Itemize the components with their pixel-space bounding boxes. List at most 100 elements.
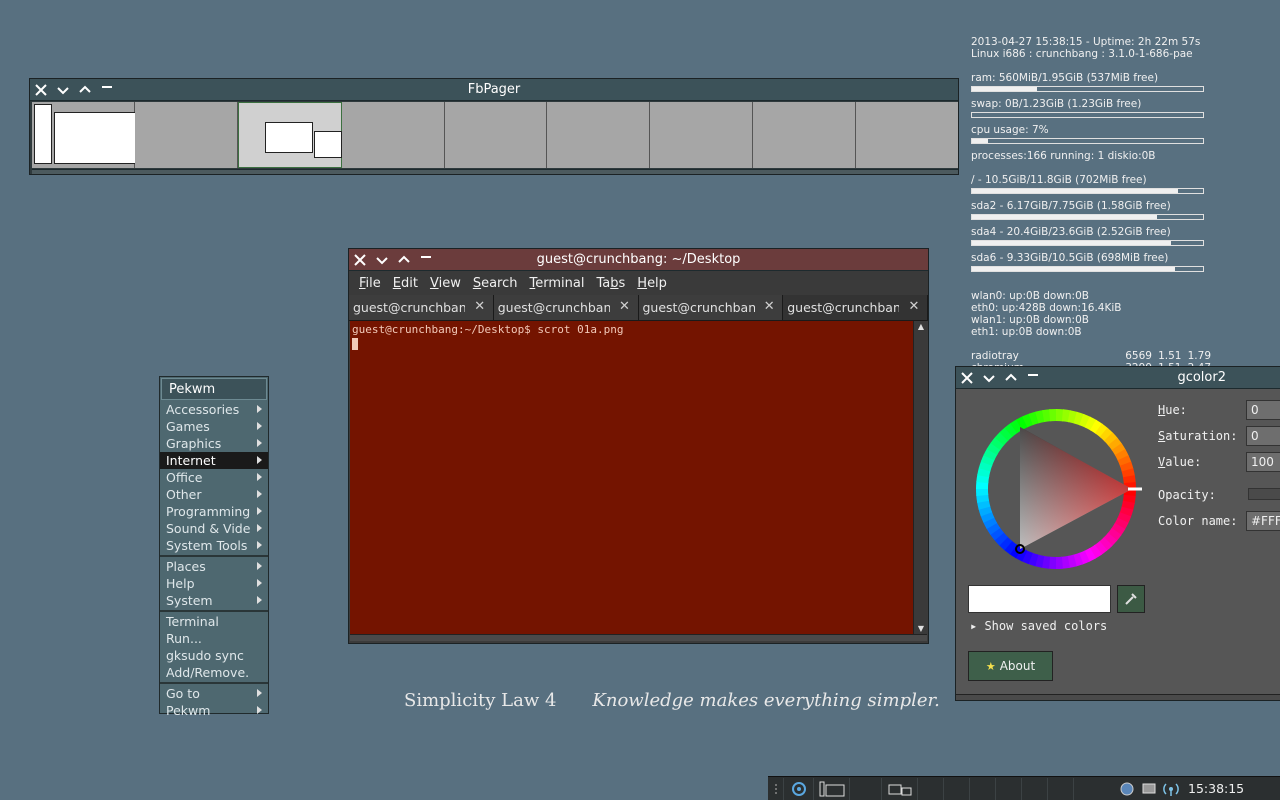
- shade-down-icon[interactable]: [371, 249, 393, 271]
- terminal-tab-active[interactable]: guest@crunchban...✕: [783, 295, 928, 320]
- taskbar-workspace-2[interactable]: [850, 777, 882, 800]
- maximize-up-icon[interactable]: [393, 249, 415, 271]
- terminal-window: guest@crunchbang: ~/Desktop File Edit Vi…: [348, 248, 929, 644]
- taskbar-workspace-9[interactable]: [1048, 777, 1074, 800]
- pager-workspace-5[interactable]: [444, 102, 548, 168]
- gcolor2-titlebar[interactable]: gcolor2: [956, 367, 1280, 389]
- pager-scrollbar[interactable]: [32, 169, 958, 174]
- menu-item-system[interactable]: System: [160, 592, 268, 609]
- menu-item-places[interactable]: Places: [160, 558, 268, 575]
- menu-item-label: Add/Remove.: [166, 665, 250, 680]
- menu-item-label: Terminal: [166, 614, 219, 629]
- terminal-titlebar[interactable]: guest@crunchbang: ~/Desktop: [349, 249, 928, 271]
- pager-workspace-8[interactable]: [753, 102, 857, 168]
- fbpager-titlebar[interactable]: FbPager: [30, 79, 958, 101]
- terminal-tab[interactable]: guest@crunchban...✕: [349, 295, 494, 320]
- terminal-scrollbar[interactable]: ▲ ▼: [913, 321, 927, 635]
- maximize-up-icon[interactable]: [74, 79, 96, 101]
- terminal-tab[interactable]: guest@crunchban...✕: [493, 295, 639, 320]
- disk-root-bar: [971, 188, 1204, 194]
- taskbar-workspace-8[interactable]: [1022, 777, 1048, 800]
- minimize-icon[interactable]: [1022, 367, 1044, 389]
- menu-item-internet[interactable]: Internet: [160, 452, 268, 469]
- menu-item-sound-vide[interactable]: Sound & Vide: [160, 520, 268, 537]
- hue-input[interactable]: 0: [1246, 400, 1280, 420]
- menu-search[interactable]: Search: [467, 276, 524, 291]
- submenu-arrow-icon: [257, 422, 262, 430]
- menu-item-help[interactable]: Help: [160, 575, 268, 592]
- menu-item-run[interactable]: Run...: [160, 630, 268, 647]
- menu-tabs[interactable]: Tabs: [590, 276, 631, 291]
- menu-item-pekwm[interactable]: Pekwm: [160, 702, 268, 719]
- hue-label: Hue:: [1158, 403, 1187, 417]
- terminal-tab[interactable]: guest@crunchban...✕: [638, 295, 784, 320]
- taskbar-window-icon[interactable]: [882, 777, 918, 800]
- tab-close-icon[interactable]: ✕: [618, 300, 632, 314]
- launcher-button[interactable]: [784, 777, 814, 800]
- menu-item-add-remove[interactable]: Add/Remove.: [160, 664, 268, 681]
- menu-item-games[interactable]: Games: [160, 418, 268, 435]
- about-button[interactable]: ★ About: [968, 651, 1053, 681]
- menu-item-gksudo-sync[interactable]: gksudo sync: [160, 647, 268, 664]
- minimize-icon[interactable]: [415, 249, 437, 271]
- radio-tray-icon[interactable]: [1160, 778, 1182, 800]
- menu-item-go-to[interactable]: Go to: [160, 685, 268, 702]
- net-eth0: eth0: up:428B down:16.4KiB: [971, 302, 1122, 314]
- taskbar-workspace-4[interactable]: [918, 777, 944, 800]
- menu-item-label: Office: [166, 470, 203, 485]
- opacity-input[interactable]: [1248, 488, 1280, 500]
- menu-file[interactable]: File: [353, 276, 387, 291]
- pager-workspace-4[interactable]: [341, 102, 445, 168]
- submenu-arrow-icon: [257, 439, 262, 447]
- value-input[interactable]: 100: [1246, 452, 1280, 472]
- tab-close-icon[interactable]: ✕: [762, 300, 776, 314]
- color-wheel[interactable]: [968, 401, 1144, 577]
- saturation-input[interactable]: 0: [1246, 426, 1280, 446]
- menu-item-graphics[interactable]: Graphics: [160, 435, 268, 452]
- tab-close-icon[interactable]: ✕: [907, 300, 921, 314]
- submenu-arrow-icon: [257, 490, 262, 498]
- pager-workspace-1[interactable]: [32, 102, 136, 168]
- pager-workspace-9[interactable]: [856, 102, 959, 168]
- terminal-resize-bar[interactable]: [350, 634, 927, 641]
- pager-workspace-2[interactable]: [134, 102, 238, 168]
- close-icon[interactable]: [956, 367, 978, 389]
- menu-item-accessories[interactable]: Accessories: [160, 401, 268, 418]
- scroll-up-icon[interactable]: ▲: [914, 321, 928, 333]
- taskbar-spacer: [1074, 778, 1116, 800]
- menu-item-system-tools[interactable]: System Tools: [160, 537, 268, 554]
- menu-item-terminal[interactable]: Terminal: [160, 613, 268, 630]
- shade-down-icon[interactable]: [978, 367, 1000, 389]
- show-saved-colors-expander[interactable]: ▸ Show saved colors: [970, 619, 1107, 633]
- submenu-arrow-icon: [257, 596, 262, 604]
- gcolor2-resize-bar[interactable]: [956, 694, 1280, 700]
- network-tray-icon[interactable]: [1116, 778, 1138, 800]
- pekwm-root-menu: Pekwm Accessories Games Graphics Internet Of…: [159, 376, 269, 718]
- display-tray-icon[interactable]: [1138, 778, 1160, 800]
- pager-workspace-7[interactable]: [650, 102, 754, 168]
- eyedropper-button[interactable]: [1117, 585, 1145, 613]
- menu-terminal[interactable]: Terminal: [524, 276, 591, 291]
- menu-view[interactable]: View: [424, 276, 467, 291]
- taskbar-workspace-7[interactable]: [996, 777, 1022, 800]
- shade-down-icon[interactable]: [52, 79, 74, 101]
- terminal-output[interactable]: guest@crunchbang:~/Desktop$ scrot 01a.pn…: [350, 321, 913, 635]
- menu-item-office[interactable]: Office: [160, 469, 268, 486]
- pager-workspace-6[interactable]: [547, 102, 651, 168]
- submenu-arrow-icon: [257, 541, 262, 549]
- color-name-input[interactable]: #FFFF: [1246, 511, 1280, 531]
- tab-close-icon[interactable]: ✕: [473, 300, 487, 314]
- menu-help[interactable]: Help: [631, 276, 673, 291]
- menu-item-programming[interactable]: Programming: [160, 503, 268, 520]
- close-icon[interactable]: [30, 79, 52, 101]
- taskbar-workspace-5[interactable]: [944, 777, 970, 800]
- taskbar-window-icon[interactable]: [814, 777, 850, 800]
- taskbar-workspace-6[interactable]: [970, 777, 996, 800]
- menu-edit[interactable]: Edit: [387, 276, 424, 291]
- maximize-up-icon[interactable]: [1000, 367, 1022, 389]
- terminal-menubar: File Edit View Search Terminal Tabs Help: [349, 271, 928, 295]
- minimize-icon[interactable]: [96, 79, 118, 101]
- close-icon[interactable]: [349, 249, 371, 271]
- menu-item-other[interactable]: Other: [160, 486, 268, 503]
- pager-workspace-3[interactable]: [237, 102, 342, 168]
